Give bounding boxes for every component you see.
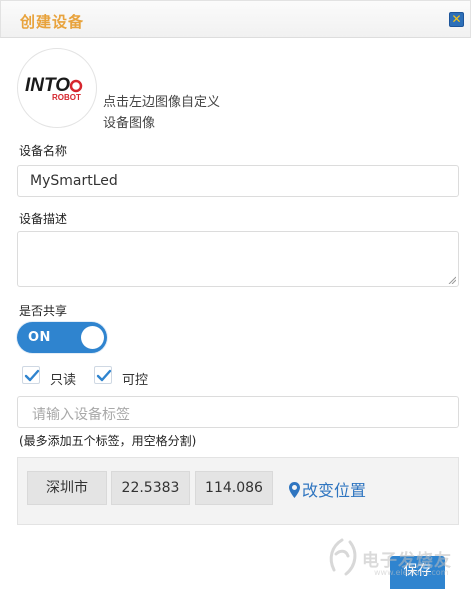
city-field: 深圳市 xyxy=(27,471,107,505)
map-marker-icon xyxy=(289,482,300,498)
change-location-label: 改变位置 xyxy=(302,481,367,500)
share-label: 是否共享 xyxy=(19,304,68,318)
change-location-link[interactable]: 改变位置 xyxy=(289,477,366,501)
device-image-picker[interactable]: INTO ROBOT xyxy=(17,48,97,128)
dialog-title: 创建设备 xyxy=(20,13,85,31)
close-icon[interactable]: ✕ xyxy=(449,12,464,27)
location-panel: 深圳市 22.5383 114.086 改变位置 xyxy=(17,457,459,525)
share-toggle-label: ON xyxy=(28,330,51,345)
watermark: 电子发烧友 www.elecfans.com xyxy=(322,532,471,582)
readonly-checkbox[interactable] xyxy=(22,366,40,384)
checkmark-icon xyxy=(24,369,40,382)
tags-hint: (最多添加五个标签，用空格分割) xyxy=(19,434,197,448)
readonly-label: 只读 xyxy=(50,373,77,388)
toggle-knob xyxy=(81,326,104,349)
tags-input[interactable]: 请输入设备标签 xyxy=(17,396,459,428)
logo-hint: 点击左边图像自定义设备图像 xyxy=(103,95,221,131)
latitude-field: 22.5383 xyxy=(111,471,190,505)
logo-ring xyxy=(69,79,83,93)
controllable-label: 可控 xyxy=(122,373,149,388)
resize-handle-icon[interactable] xyxy=(448,276,456,284)
desc-label: 设备描述 xyxy=(19,212,68,226)
checkmark-icon xyxy=(96,369,112,382)
intorobot-logo-icon: INTO ROBOT xyxy=(25,75,83,102)
watermark-sub: www.elecfans.com xyxy=(374,568,449,577)
device-desc-textarea[interactable] xyxy=(17,231,459,287)
device-name-input[interactable]: MySmartLed xyxy=(17,165,459,197)
share-toggle[interactable]: ON xyxy=(17,322,107,353)
create-device-dialog: 创建设备 ✕ INTO ROBOT 点击左边图像自定义设备图像 设备名称 MyS… xyxy=(0,0,471,589)
longitude-field: 114.086 xyxy=(195,471,273,505)
name-label: 设备名称 xyxy=(19,144,68,158)
controllable-checkbox[interactable] xyxy=(94,366,112,384)
logo-text-bottom: ROBOT xyxy=(52,93,81,102)
watermark-logo-icon xyxy=(329,538,357,576)
dialog-header: 创建设备 ✕ xyxy=(0,0,471,38)
